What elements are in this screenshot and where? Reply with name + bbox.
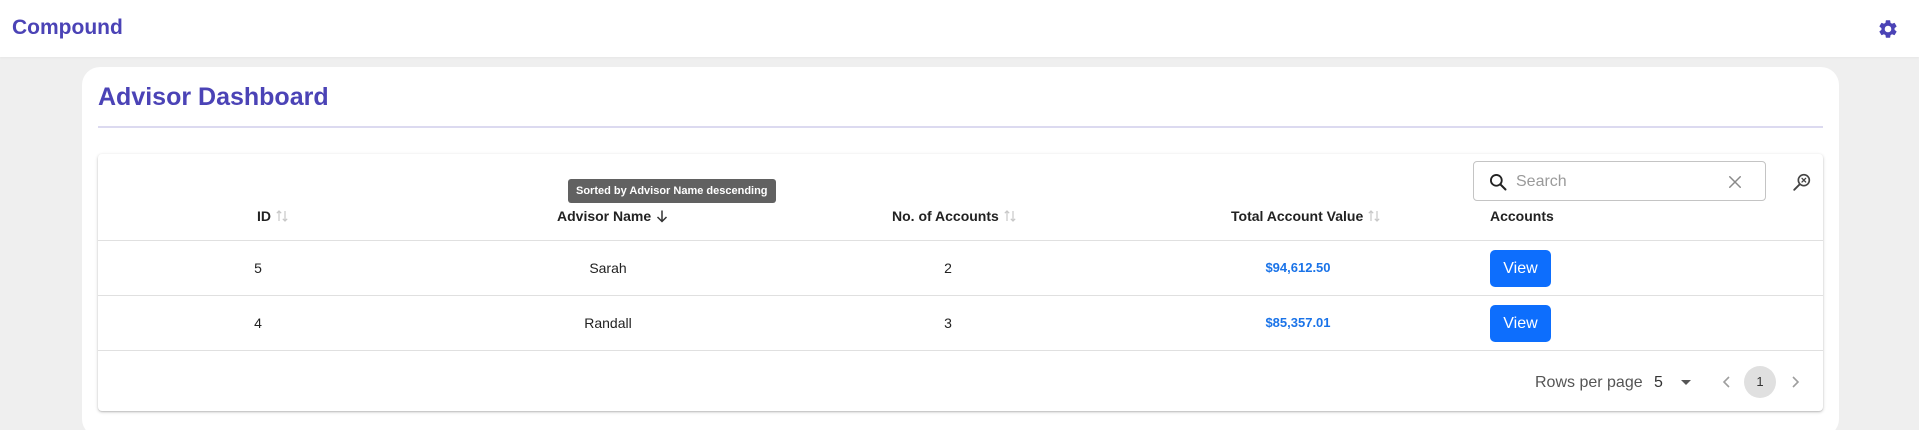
- caret-down-icon: [1681, 380, 1691, 385]
- search-input[interactable]: [1516, 170, 1726, 194]
- cell-num-accounts: 2: [944, 260, 952, 276]
- gear-icon[interactable]: [1877, 18, 1899, 40]
- page-button-current[interactable]: 1: [1744, 366, 1776, 398]
- column-label: Total Account Value: [1231, 208, 1364, 224]
- table-row: 5 Sarah 2 $94,612.50 View: [98, 241, 1823, 296]
- table-row: 4 Randall 3 $85,357.01 View: [98, 296, 1823, 351]
- cell-id: 5: [254, 260, 262, 276]
- cell-total-value: $94,612.50: [1265, 260, 1331, 275]
- rows-per-page-label: Rows per page: [1535, 374, 1643, 391]
- view-button[interactable]: View: [1490, 250, 1551, 287]
- cell-total-value: $85,357.01: [1265, 315, 1331, 330]
- cell-advisor-name: Sarah: [589, 260, 627, 276]
- column-label: Advisor Name: [557, 208, 652, 224]
- pagination: Rows per page 5 1: [98, 354, 1823, 410]
- title-divider: [98, 126, 1823, 128]
- cell-advisor-name: Randall: [584, 315, 632, 331]
- brand-logo[interactable]: Compound: [12, 16, 123, 40]
- column-label: No. of Accounts: [892, 208, 999, 224]
- column-header-accounts: Accounts: [1490, 206, 1554, 226]
- top-bar: Compound: [0, 0, 1919, 57]
- chevron-left-icon[interactable]: [1718, 373, 1736, 391]
- arrow-down-icon: [657, 210, 668, 223]
- sort-icon: [276, 210, 288, 222]
- column-header-total-value[interactable]: Total Account Value: [1231, 206, 1381, 226]
- cell-id: 4: [254, 315, 262, 331]
- page-title: Advisor Dashboard: [98, 83, 329, 111]
- column-label: Accounts: [1490, 208, 1554, 224]
- view-button[interactable]: View: [1490, 305, 1551, 342]
- search-icon: [1490, 174, 1507, 191]
- advisor-table: Sorted by Advisor Name descending ID Adv…: [98, 154, 1823, 411]
- rows-per-page-value: 5: [1654, 374, 1663, 391]
- search-box[interactable]: [1473, 161, 1766, 201]
- sort-icon: [1368, 210, 1380, 222]
- chevron-right-icon[interactable]: [1786, 373, 1804, 391]
- cell-num-accounts: 3: [944, 315, 952, 331]
- column-header-id[interactable]: ID: [257, 206, 289, 226]
- column-header-advisor-name[interactable]: Advisor Name: [557, 206, 669, 226]
- column-header-num-accounts[interactable]: No. of Accounts: [892, 206, 1017, 226]
- rows-per-page-select[interactable]: 5: [1654, 368, 1704, 396]
- dashboard-card: Advisor Dashboard Sorted by Advisor Name…: [82, 67, 1839, 430]
- column-label: ID: [257, 208, 271, 224]
- sort-tooltip: Sorted by Advisor Name descending: [568, 179, 776, 203]
- sort-icon: [1004, 210, 1016, 222]
- close-icon[interactable]: [1726, 173, 1744, 191]
- search-off-icon[interactable]: [1791, 171, 1813, 193]
